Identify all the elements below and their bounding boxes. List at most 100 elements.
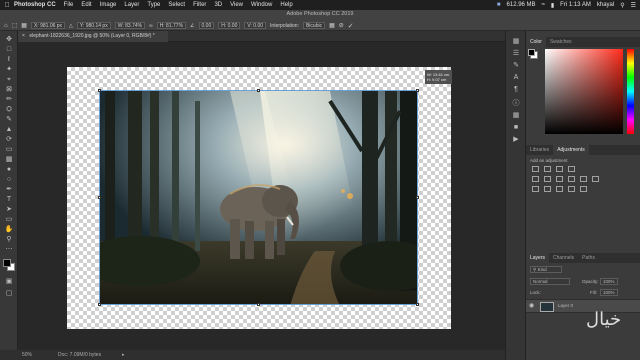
menu-window[interactable]: Window: [251, 2, 272, 8]
zoom-tool-icon[interactable]: ⚲: [3, 235, 15, 244]
type-tool-icon[interactable]: T: [3, 195, 15, 204]
search-icon[interactable]: ⚲: [620, 2, 624, 9]
menu-view[interactable]: View: [230, 2, 243, 8]
more-tools-icon[interactable]: ⋯: [3, 245, 15, 254]
lasso-tool-icon[interactable]: ℓ: [3, 55, 15, 64]
rectangle-tool-icon[interactable]: ▭: [3, 215, 15, 224]
menu-filter[interactable]: Filter: [193, 2, 206, 8]
wifi-icon[interactable]: ≈: [542, 2, 545, 8]
clone-stamp-tool-icon[interactable]: ▲: [3, 125, 15, 134]
app-menu[interactable]: Photoshop CC: [14, 2, 56, 8]
pen-tool-icon[interactable]: ✒: [3, 185, 15, 194]
close-tab-icon[interactable]: ×: [22, 33, 25, 39]
exposure-adjustment-icon[interactable]: [568, 166, 575, 172]
transform-handle-left[interactable]: [98, 196, 101, 199]
transform-handle-right[interactable]: [416, 196, 419, 199]
transform-handle-bottom[interactable]: [257, 303, 260, 306]
gradient-map-adjustment-icon[interactable]: [568, 186, 575, 192]
blur-tool-icon[interactable]: ●: [3, 165, 15, 174]
user-name[interactable]: khayal: [597, 2, 614, 8]
threshold-adjustment-icon[interactable]: [556, 186, 563, 192]
commit-transform-icon[interactable]: ✓: [348, 22, 354, 30]
menu-3d[interactable]: 3D: [214, 2, 222, 8]
menu-layer[interactable]: Layer: [124, 2, 139, 8]
brush-tool-icon[interactable]: ✎: [3, 115, 15, 124]
vibrance-adjustment-icon[interactable]: [532, 176, 539, 182]
menu-type[interactable]: Type: [147, 2, 160, 8]
quick-mask-icon[interactable]: ▣: [3, 277, 15, 286]
color-balance-adjustment-icon[interactable]: [556, 176, 563, 182]
info-panel-icon[interactable]: ⓘ: [510, 99, 522, 108]
delta-icon[interactable]: △: [69, 23, 73, 29]
tab-layers[interactable]: Layers: [526, 253, 550, 263]
transform-tool-icon[interactable]: ⬚: [12, 22, 18, 29]
home-icon[interactable]: ⌂: [4, 23, 8, 29]
status-arrow-icon[interactable]: ▸: [122, 350, 125, 360]
fg-swatch[interactable]: [528, 49, 535, 56]
elephant-photo[interactable]: [99, 90, 418, 305]
selective-color-adjustment-icon[interactable]: [580, 186, 587, 192]
transform-handle-top-left[interactable]: [98, 89, 101, 92]
hue-saturation-adjustment-icon[interactable]: [544, 176, 551, 182]
document-tab[interactable]: × elephant-1822636_1920.jpg @ 50% (Layer…: [18, 31, 168, 42]
opacity-field[interactable]: 100%: [600, 278, 618, 285]
healing-brush-tool-icon[interactable]: ⛭: [3, 105, 15, 114]
link-icon[interactable]: ∞: [149, 23, 153, 29]
eraser-tool-icon[interactable]: ▭: [3, 145, 15, 154]
battery-icon[interactable]: ▮: [551, 2, 554, 9]
height-field[interactable]: H: 81.77%: [156, 22, 187, 29]
crop-tool-icon[interactable]: ⌖: [3, 75, 15, 84]
reference-point-icon[interactable]: ▦: [21, 22, 27, 29]
tab-color[interactable]: Color: [526, 37, 546, 47]
tab-paths[interactable]: Paths: [578, 253, 599, 263]
fill-field[interactable]: 100%: [600, 289, 618, 296]
layer-filter-kind[interactable]: ⚲ Kind: [530, 266, 562, 273]
brush-panel-icon[interactable]: ✎: [510, 61, 522, 70]
move-tool-icon[interactable]: ✥: [3, 35, 15, 44]
clock[interactable]: Fri 1:13 AM: [560, 2, 591, 8]
y-field[interactable]: Y: 980.14 px: [76, 22, 111, 29]
transform-handle-top-right[interactable]: [416, 89, 419, 92]
actions-panel-icon[interactable]: ▶: [510, 135, 522, 144]
screen-mode-icon[interactable]: ▢: [3, 289, 15, 298]
menu-edit[interactable]: Edit: [81, 2, 91, 8]
warp-icon[interactable]: ▦: [329, 22, 335, 29]
tab-adjustments[interactable]: Adjustments: [553, 145, 589, 155]
canvas-area[interactable]: W: 13.61 cm H: 9.07 cm: [18, 42, 505, 350]
levels-adjustment-icon[interactable]: [544, 166, 551, 172]
document-size[interactable]: Doc: 7.09M/0 bytes: [58, 350, 101, 360]
menu-help[interactable]: Help: [280, 2, 292, 8]
path-selection-tool-icon[interactable]: ➤: [3, 205, 15, 214]
brightness-adjustment-icon[interactable]: [532, 166, 539, 172]
cancel-transform-icon[interactable]: ⊘: [339, 22, 344, 29]
glyphs-panel-icon[interactable]: ▦: [510, 111, 522, 120]
menu-image[interactable]: Image: [100, 2, 117, 8]
properties-panel-icon[interactable]: ☰: [510, 49, 522, 58]
transform-handle-top[interactable]: [257, 89, 260, 92]
transform-handle-bottom-left[interactable]: [98, 303, 101, 306]
zoom-level[interactable]: 50%: [22, 350, 32, 360]
tab-swatches[interactable]: Swatches: [546, 37, 576, 47]
hue-slider[interactable]: [627, 49, 634, 134]
blend-mode-select[interactable]: Normal: [530, 278, 570, 285]
color-picker-field[interactable]: [545, 49, 623, 134]
layer-name[interactable]: Layer 0: [558, 303, 573, 308]
dodge-tool-icon[interactable]: ○: [3, 175, 15, 184]
interpolation-select[interactable]: Bicubic: [302, 22, 326, 29]
clone-source-panel-icon[interactable]: ■: [510, 123, 522, 132]
quick-select-tool-icon[interactable]: ✦: [3, 65, 15, 74]
marquee-tool-icon[interactable]: □: [3, 45, 15, 54]
posterize-adjustment-icon[interactable]: [544, 186, 551, 192]
photo-filter-adjustment-icon[interactable]: [580, 176, 587, 182]
tab-libraries[interactable]: Libraries: [526, 145, 553, 155]
menu-list-icon[interactable]: ☰: [631, 2, 636, 9]
h-skew-field[interactable]: H: 0.00: [218, 22, 241, 29]
v-skew-field[interactable]: V: 0.00: [244, 22, 267, 29]
gradient-tool-icon[interactable]: ▩: [3, 155, 15, 164]
curves-adjustment-icon[interactable]: [556, 166, 563, 172]
transform-handle-bottom-right[interactable]: [416, 303, 419, 306]
channel-mixer-adjustment-icon[interactable]: [592, 176, 599, 182]
tab-channels[interactable]: Channels: [549, 253, 578, 263]
history-brush-tool-icon[interactable]: ⟳: [3, 135, 15, 144]
history-panel-icon[interactable]: ▦: [510, 37, 522, 46]
